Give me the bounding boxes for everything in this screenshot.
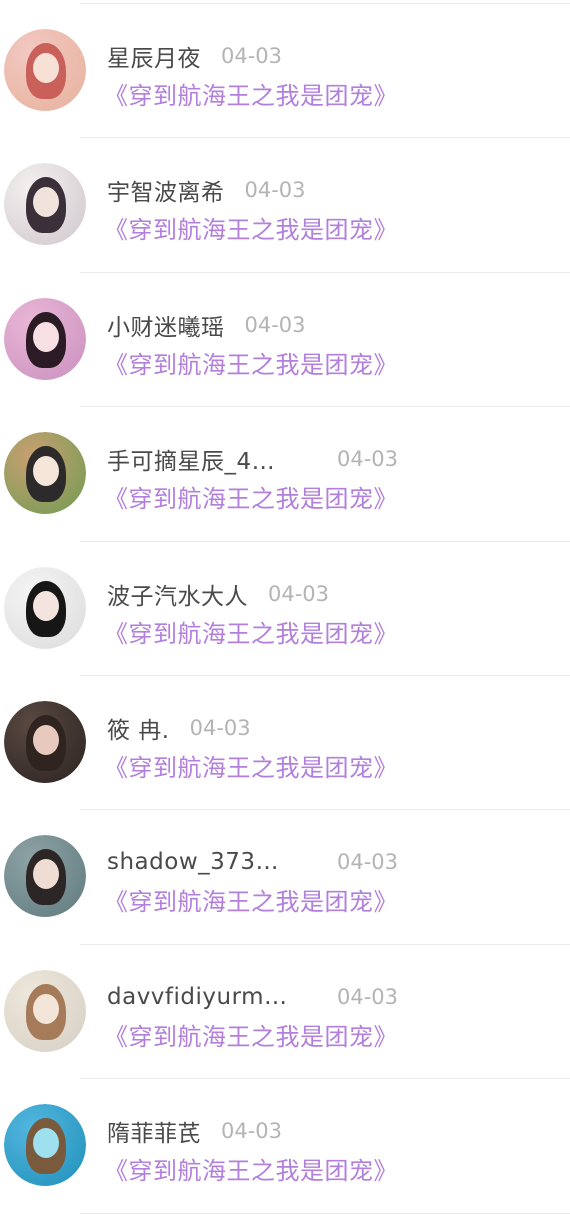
user-name[interactable]: 小财迷曦瑶 xyxy=(107,308,225,342)
user-avatar[interactable] xyxy=(4,1104,86,1187)
user-name[interactable]: 手可摘星辰_4… xyxy=(107,442,317,476)
book-title-link[interactable]: 《穿到航海王之我是团宠》 xyxy=(104,1017,398,1052)
book-title-link[interactable]: 《穿到航海王之我是团宠》 xyxy=(104,210,398,245)
avatar-figure-face xyxy=(33,456,59,487)
comment-header: 宇智波离希 04-03 xyxy=(107,172,306,208)
comment-row[interactable]: 筱 冉. 04-03 《穿到航海王之我是团宠》 xyxy=(0,676,570,811)
post-date: 04-03 xyxy=(189,715,251,740)
post-date: 04-03 xyxy=(337,984,399,1009)
book-title-link[interactable]: 《穿到航海王之我是团宠》 xyxy=(104,1151,398,1186)
user-name[interactable]: 波子汽水大人 xyxy=(107,577,248,611)
user-avatar[interactable] xyxy=(4,835,86,918)
comment-header: 手可摘星辰_4… 04-03 xyxy=(107,441,398,477)
post-date: 04-03 xyxy=(337,447,399,472)
avatar-figure-face xyxy=(33,590,59,621)
comment-header: shadow_373… 04-03 xyxy=(107,844,398,880)
comment-row[interactable]: davvfidiyurm… 04-03 《穿到航海王之我是团宠》 xyxy=(0,945,570,1080)
post-date: 04-03 xyxy=(337,850,399,875)
comment-row[interactable]: 波子汽水大人 04-03 《穿到航海王之我是团宠》 xyxy=(0,542,570,677)
post-date: 04-03 xyxy=(268,581,330,606)
book-title-link[interactable]: 《穿到航海王之我是团宠》 xyxy=(104,614,398,649)
post-date: 04-03 xyxy=(221,44,283,68)
post-date: 04-03 xyxy=(244,312,306,337)
user-avatar[interactable] xyxy=(4,566,86,649)
comment-header: 隋菲菲芪 04-03 xyxy=(107,1113,282,1149)
user-avatar[interactable] xyxy=(4,163,86,246)
comment-row[interactable]: 小财迷曦瑶 04-03 《穿到航海王之我是团宠》 xyxy=(0,273,570,408)
comment-header: davvfidiyurm… 04-03 xyxy=(107,979,398,1015)
user-name[interactable]: 星辰月夜 xyxy=(107,39,201,73)
post-date: 04-03 xyxy=(244,178,306,203)
book-title-link[interactable]: 《穿到航海王之我是团宠》 xyxy=(104,748,398,783)
comment-header: 筱 冉. 04-03 xyxy=(107,710,251,746)
avatar-figure-face xyxy=(33,53,59,83)
user-avatar[interactable] xyxy=(4,297,86,380)
comment-header: 小财迷曦瑶 04-03 xyxy=(107,307,306,343)
avatar-figure-face xyxy=(33,1128,59,1159)
comment-row[interactable]: 隋菲菲芪 04-03 《穿到航海王之我是团宠》 xyxy=(0,1079,570,1214)
avatar-figure-face xyxy=(33,993,59,1024)
user-name[interactable]: 筱 冉. xyxy=(107,711,170,745)
comment-row[interactable]: shadow_373… 04-03 《穿到航海王之我是团宠》 xyxy=(0,810,570,946)
user-name[interactable]: davvfidiyurm… xyxy=(107,984,317,1010)
user-avatar[interactable] xyxy=(4,29,86,111)
comment-header: 星辰月夜 04-03 xyxy=(107,38,282,74)
user-name[interactable]: 隋菲菲芪 xyxy=(107,1114,201,1148)
user-avatar[interactable] xyxy=(4,432,86,515)
book-title-link[interactable]: 《穿到航海王之我是团宠》 xyxy=(104,479,398,514)
avatar-figure-face xyxy=(33,724,59,755)
avatar-figure-face xyxy=(33,321,59,352)
book-title-link[interactable]: 《穿到航海王之我是团宠》 xyxy=(104,76,398,111)
user-name[interactable]: 宇智波离希 xyxy=(107,173,225,207)
comment-list: 星辰月夜 04-03 《穿到航海王之我是团宠》 宇智波离希 04-03 《穿到航海王之我是… xyxy=(0,4,570,1214)
comment-row[interactable]: 手可摘星辰_4… 04-03 《穿到航海王之我是团宠》 xyxy=(0,407,570,542)
user-avatar[interactable] xyxy=(4,700,86,783)
comment-row[interactable]: 星辰月夜 04-03 《穿到航海王之我是团宠》 xyxy=(0,4,570,139)
post-date: 04-03 xyxy=(221,1119,283,1144)
comment-header: 波子汽水大人 04-03 xyxy=(107,576,329,612)
comment-row[interactable]: 宇智波离希 04-03 《穿到航海王之我是团宠》 xyxy=(0,138,570,274)
user-avatar[interactable] xyxy=(4,969,86,1052)
book-title-link[interactable]: 《穿到航海王之我是团宠》 xyxy=(104,882,398,917)
book-title-link[interactable]: 《穿到航海王之我是团宠》 xyxy=(104,345,398,380)
user-name[interactable]: shadow_373… xyxy=(107,849,317,875)
